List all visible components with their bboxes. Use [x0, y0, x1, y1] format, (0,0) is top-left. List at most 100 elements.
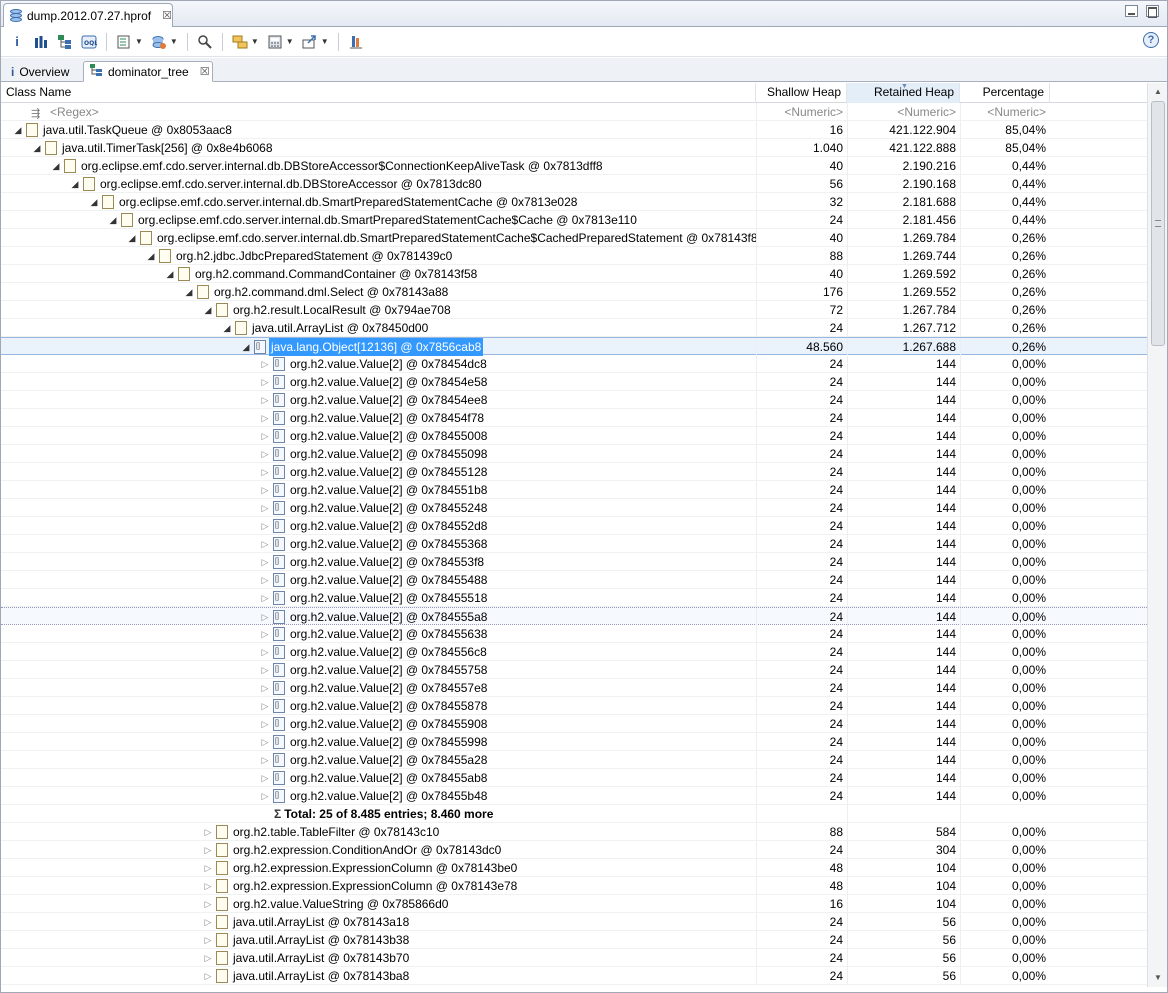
table-row[interactable]: ▷ org.h2.value.Value[2] @ 0x78455998 24144…: [1, 733, 1147, 751]
table-row[interactable]: ▷ org.h2.expression.ExpressionColumn @ 0x…: [1, 859, 1147, 877]
expand-icon[interactable]: ▷: [203, 877, 213, 895]
table-row[interactable]: ▷ org.h2.table.TableFilter @ 0x78143c10 88…: [1, 823, 1147, 841]
close-icon[interactable]: ☒: [200, 65, 210, 78]
table-row[interactable]: ▷ java.util.ArrayList @ 0x78143ba8 24 56 0,0…: [1, 967, 1147, 985]
maximize-button[interactable]: [1146, 5, 1159, 17]
retained-heap-filter-input[interactable]: <Numeric>: [847, 103, 960, 121]
chevron-down-icon[interactable]: ▼: [321, 37, 329, 46]
collapse-icon[interactable]: ◢: [32, 139, 42, 157]
help-icon[interactable]: ?: [1143, 32, 1159, 48]
table-row[interactable]: ▷ org.h2.expression.ConditionAndOr @ 0x78…: [1, 841, 1147, 859]
table-row[interactable]: ◢ org.h2.command.CommandContainer @ 0x781…: [1, 265, 1147, 283]
table-row[interactable]: ▷ org.h2.value.Value[2] @ 0x78455ab8 24144…: [1, 769, 1147, 787]
table-row[interactable]: ▷ java.util.ArrayList @ 0x78143b70 24 56 0,0…: [1, 949, 1147, 967]
expand-icon[interactable]: ▷: [260, 481, 270, 499]
expand-icon[interactable]: ▷: [260, 697, 270, 715]
expand-icon[interactable]: ▷: [260, 715, 270, 733]
expand-icon[interactable]: ▷: [260, 553, 270, 571]
percentage-filter-input[interactable]: <Numeric>: [960, 103, 1050, 121]
table-row[interactable]: ▷ org.h2.value.Value[2] @ 0x784557e8 24144…: [1, 679, 1147, 697]
group-by-icon[interactable]: [230, 32, 250, 52]
table-row[interactable]: ▷ org.h2.value.Value[2] @ 0x78455488 24144…: [1, 571, 1147, 589]
table-row[interactable]: ▷ java.util.ArrayList @ 0x78143a18 24 56 0,0…: [1, 913, 1147, 931]
column-header-class-name[interactable]: Class Name: [1, 83, 756, 103]
table-row[interactable]: ▷ org.h2.value.Value[2] @ 0x78455a28 24144…: [1, 751, 1147, 769]
export-icon[interactable]: [300, 32, 320, 52]
table-row[interactable]: ◢ org.eclipse.emf.cdo.server.internal.db.…: [1, 229, 1147, 247]
expand-icon[interactable]: ▷: [260, 427, 270, 445]
table-row[interactable]: ▷ org.h2.value.Value[2] @ 0x78455908 24144…: [1, 715, 1147, 733]
table-row[interactable]: ◢ java.util.ArrayList @ 0x78450d00 24 1.267…: [1, 319, 1147, 337]
tab-overview[interactable]: i Overview: [5, 61, 83, 82]
table-row[interactable]: ◢ org.eclipse.emf.cdo.server.internal.db.…: [1, 193, 1147, 211]
table-row[interactable]: ▷ org.h2.value.Value[2] @ 0x78454dc8 24144…: [1, 355, 1147, 373]
collapse-icon[interactable]: ◢: [146, 247, 156, 265]
expand-icon[interactable]: ▷: [203, 895, 213, 913]
table-row[interactable]: ▷ org.h2.value.Value[2] @ 0x784552d8 24144…: [1, 517, 1147, 535]
search-icon[interactable]: [195, 32, 215, 52]
collapse-icon[interactable]: ◢: [108, 211, 118, 229]
table-row[interactable]: ▷ org.h2.expression.ExpressionColumn @ 0x…: [1, 877, 1147, 895]
table-row[interactable]: ◢ org.eclipse.emf.cdo.server.internal.db.…: [1, 157, 1147, 175]
collapse-icon[interactable]: ◢: [70, 175, 80, 193]
table-row[interactable]: ◢ java.util.TaskQueue @ 0x8053aac8 16 421.1…: [1, 121, 1147, 139]
expand-icon[interactable]: ▷: [260, 769, 270, 787]
scrollbar-thumb[interactable]: [1151, 101, 1165, 346]
expand-icon[interactable]: ▷: [260, 463, 270, 481]
total-row[interactable]: Σ Total: 25 of 8.485 entries; 8.460 more: [1, 805, 1147, 823]
run-report-icon[interactable]: [149, 32, 169, 52]
expand-icon[interactable]: ▷: [260, 535, 270, 553]
thread-overview-icon[interactable]: [114, 32, 134, 52]
table-row[interactable]: ▷ org.h2.value.Value[2] @ 0x78455128 24144…: [1, 463, 1147, 481]
tab-dominator-tree[interactable]: dominator_tree ☒: [83, 61, 213, 82]
chevron-down-icon[interactable]: ▼: [286, 37, 294, 46]
chevron-down-icon[interactable]: ▼: [135, 37, 143, 46]
collapse-icon[interactable]: ◢: [222, 319, 232, 337]
close-icon[interactable]: ☒: [162, 9, 172, 22]
expand-icon[interactable]: ▷: [260, 643, 270, 661]
collapse-icon[interactable]: ◢: [51, 157, 61, 175]
table-row[interactable]: ▷ org.h2.value.Value[2] @ 0x78455518 24144…: [1, 589, 1147, 607]
overview-info-icon[interactable]: i: [7, 32, 27, 52]
shallow-heap-filter-input[interactable]: <Numeric>: [756, 103, 847, 121]
expand-icon[interactable]: ▷: [260, 355, 270, 373]
editor-tab-hprof[interactable]: dump.2012.07.27.hprof ☒: [3, 3, 173, 27]
expand-icon[interactable]: ▷: [203, 931, 213, 949]
expand-icon[interactable]: ▷: [260, 445, 270, 463]
table-row[interactable]: ▷ org.h2.value.Value[2] @ 0x78454f78 24144…: [1, 409, 1147, 427]
table-row[interactable]: ▷ org.h2.value.Value[2] @ 0x78455368 24144…: [1, 535, 1147, 553]
collapse-icon[interactable]: ◢: [127, 229, 137, 247]
table-row[interactable]: ▷ org.h2.value.Value[2] @ 0x784553f8 24144…: [1, 553, 1147, 571]
oql-icon[interactable]: OQL: [79, 32, 99, 52]
dominator-tree-icon[interactable]: [55, 32, 75, 52]
table-row[interactable]: ▷ org.h2.value.Value[2] @ 0x78455758 24144…: [1, 661, 1147, 679]
table-row[interactable]: ◢ org.h2.result.LocalResult @ 0x794ae708 7…: [1, 301, 1147, 319]
table-row[interactable]: ▷ org.h2.value.ValueString @ 0x785866d0 16…: [1, 895, 1147, 913]
table-row[interactable]: ▷ org.h2.value.Value[2] @ 0x78455098 24144…: [1, 445, 1147, 463]
table-row[interactable]: ▷ org.h2.value.Value[2] @ 0x78455b48 24144…: [1, 787, 1147, 805]
table-row[interactable]: ◢ java.util.TimerTask[256] @ 0x8e4b6068 1.…: [1, 139, 1147, 157]
table-row[interactable]: ▷ org.h2.value.Value[2] @ 0x78455008 24144…: [1, 427, 1147, 445]
expand-icon[interactable]: ▷: [260, 373, 270, 391]
expand-icon[interactable]: ▷: [260, 608, 270, 626]
table-row[interactable]: ▷ java.util.ArrayList @ 0x78143b38 24 56 0,0…: [1, 931, 1147, 949]
table-row[interactable]: ◢ org.h2.jdbc.JdbcPreparedStatement @ 0x7…: [1, 247, 1147, 265]
table-row[interactable]: ◢ org.eclipse.emf.cdo.server.internal.db.…: [1, 175, 1147, 193]
table-row[interactable]: ▷ org.h2.value.Value[2] @ 0x78455638 24144…: [1, 625, 1147, 643]
table-row[interactable]: ▷ org.h2.value.Value[2] @ 0x784555a8 24144…: [1, 607, 1147, 626]
table-row[interactable]: ◢ org.h2.command.dml.Select @ 0x78143a88 1…: [1, 283, 1147, 301]
column-header-shallow-heap[interactable]: Shallow Heap: [756, 83, 847, 103]
collapse-icon[interactable]: ◢: [165, 265, 175, 283]
expand-icon[interactable]: ▷: [203, 913, 213, 931]
expand-icon[interactable]: ▷: [260, 571, 270, 589]
scroll-down-icon[interactable]: ▼: [1151, 971, 1165, 985]
table-row[interactable]: ◢ java.lang.Object[12136] @ 0x7856cab8 48.…: [1, 337, 1147, 356]
calculator-icon[interactable]: [265, 32, 285, 52]
expand-icon[interactable]: ▷: [203, 949, 213, 967]
expand-icon[interactable]: ▷: [203, 841, 213, 859]
table-row[interactable]: ▷ org.h2.value.Value[2] @ 0x784556c8 24144…: [1, 643, 1147, 661]
table-row[interactable]: ◢ org.eclipse.emf.cdo.server.internal.db.…: [1, 211, 1147, 229]
expand-icon[interactable]: ▷: [260, 733, 270, 751]
collapse-icon[interactable]: ◢: [241, 338, 251, 356]
collapse-icon[interactable]: ◢: [184, 283, 194, 301]
